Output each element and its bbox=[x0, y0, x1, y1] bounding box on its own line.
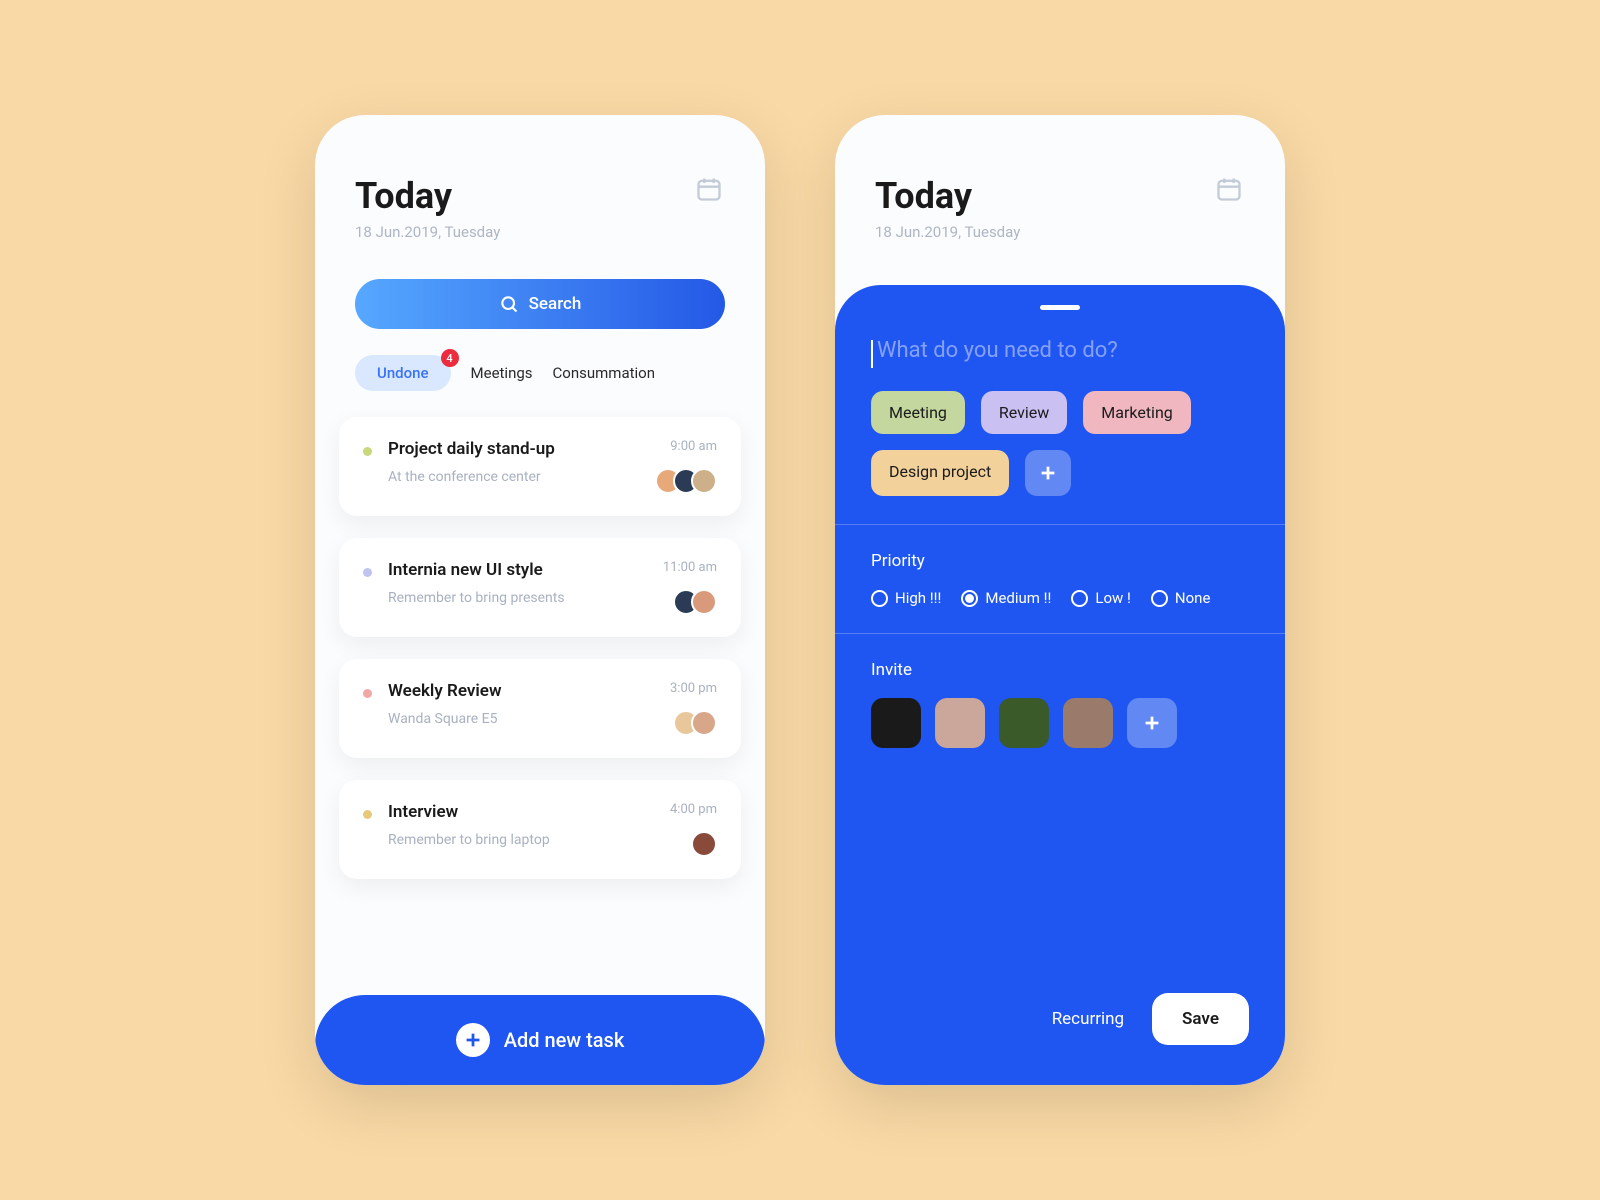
priority-dot bbox=[363, 810, 372, 819]
category-tag[interactable]: Review bbox=[981, 391, 1067, 434]
task-time: 4:00 pm bbox=[670, 802, 717, 817]
invite-title: Invite bbox=[871, 660, 1249, 680]
task-meta: 11:00 am bbox=[663, 560, 717, 615]
add-invite-button[interactable] bbox=[1127, 698, 1177, 748]
task-time: 9:00 am bbox=[670, 439, 717, 454]
task-body: Weekly Review Wanda Square E5 bbox=[388, 681, 654, 727]
invite-avatar[interactable] bbox=[999, 698, 1049, 748]
header-text: Today 18 Jun.2019, Tuesday bbox=[875, 175, 1020, 241]
add-task-button[interactable]: Add new task bbox=[315, 995, 765, 1085]
tab-undone[interactable]: Undone 4 bbox=[355, 355, 451, 391]
task-card[interactable]: Project daily stand-up At the conference… bbox=[339, 417, 741, 516]
task-body: Internia new UI style Remember to bring … bbox=[388, 560, 647, 606]
radio-icon bbox=[1071, 590, 1088, 607]
add-tag-button[interactable] bbox=[1025, 450, 1071, 496]
save-button[interactable]: Save bbox=[1152, 993, 1249, 1045]
task-card[interactable]: Interview Remember to bring laptop 4:00 … bbox=[339, 780, 741, 879]
invite-avatars bbox=[871, 698, 1249, 748]
avatar bbox=[691, 468, 717, 494]
category-tag[interactable]: Design project bbox=[871, 450, 1009, 496]
tab-meetings[interactable]: Meetings bbox=[471, 364, 533, 382]
task-list: Project daily stand-up At the conference… bbox=[315, 409, 765, 1085]
radio-label: High !!! bbox=[895, 589, 941, 607]
header: Today 18 Jun.2019, Tuesday bbox=[835, 115, 1285, 261]
invite-section: Invite bbox=[835, 634, 1285, 774]
task-title: Weekly Review bbox=[388, 681, 654, 701]
filter-tabs: Undone 4 Meetings Consummation bbox=[315, 329, 765, 409]
search-button[interactable]: Search bbox=[355, 279, 725, 329]
new-task-screen: Today 18 Jun.2019, Tuesday What do you n… bbox=[835, 115, 1285, 1085]
priority-dot bbox=[363, 689, 372, 698]
invite-avatar[interactable] bbox=[935, 698, 985, 748]
priority-dot bbox=[363, 447, 372, 456]
task-card[interactable]: Internia new UI style Remember to bring … bbox=[339, 538, 741, 637]
task-time: 11:00 am bbox=[663, 560, 717, 575]
priority-radio[interactable]: Low ! bbox=[1071, 589, 1131, 607]
task-time: 3:00 pm bbox=[670, 681, 717, 696]
plus-icon bbox=[456, 1023, 490, 1057]
avatar bbox=[691, 589, 717, 615]
task-subtitle: Remember to bring presents bbox=[388, 590, 647, 606]
sheet-footer: Recurring Save bbox=[835, 993, 1285, 1085]
task-avatars bbox=[691, 831, 717, 857]
category-tag[interactable]: Marketing bbox=[1083, 391, 1190, 434]
task-list-screen: Today 18 Jun.2019, Tuesday Search Undone… bbox=[315, 115, 765, 1085]
priority-radio[interactable]: High !!! bbox=[871, 589, 941, 607]
task-subtitle: Remember to bring laptop bbox=[388, 832, 654, 848]
task-input-placeholder: What do you need to do? bbox=[871, 338, 1249, 363]
search-label: Search bbox=[529, 294, 582, 314]
add-task-label: Add new task bbox=[504, 1028, 625, 1052]
task-avatars bbox=[655, 468, 717, 494]
priority-title: Priority bbox=[871, 551, 1249, 571]
new-task-sheet: What do you need to do? Meeting Review Mar… bbox=[835, 285, 1285, 1085]
header-text: Today 18 Jun.2019, Tuesday bbox=[355, 175, 500, 241]
radio-label: Medium !! bbox=[985, 589, 1051, 607]
text-caret bbox=[871, 340, 873, 368]
avatar bbox=[691, 710, 717, 736]
task-title: Internia new UI style bbox=[388, 560, 647, 580]
category-tag[interactable]: Meeting bbox=[871, 391, 965, 434]
tab-consummation[interactable]: Consummation bbox=[553, 364, 655, 382]
calendar-icon[interactable] bbox=[695, 175, 725, 205]
radio-icon bbox=[871, 590, 888, 607]
page-title: Today bbox=[355, 175, 500, 217]
task-title: Interview bbox=[388, 802, 654, 822]
task-avatars bbox=[673, 589, 717, 615]
radio-label: None bbox=[1175, 589, 1211, 607]
task-meta: 9:00 am bbox=[655, 439, 717, 494]
invite-avatar[interactable] bbox=[871, 698, 921, 748]
badge-count: 4 bbox=[441, 349, 459, 367]
calendar-icon[interactable] bbox=[1215, 175, 1245, 205]
page-date: 18 Jun.2019, Tuesday bbox=[875, 223, 1020, 241]
task-meta: 4:00 pm bbox=[670, 802, 717, 857]
priority-radios: High !!! Medium !! Low ! None bbox=[871, 589, 1249, 607]
header: Today 18 Jun.2019, Tuesday bbox=[315, 115, 765, 261]
task-subtitle: At the conference center bbox=[388, 469, 639, 485]
task-body: Interview Remember to bring laptop bbox=[388, 802, 654, 848]
task-meta: 3:00 pm bbox=[670, 681, 717, 736]
radio-icon bbox=[1151, 590, 1168, 607]
priority-radio[interactable]: Medium !! bbox=[961, 589, 1051, 607]
priority-dot bbox=[363, 568, 372, 577]
radio-label: Low ! bbox=[1095, 589, 1131, 607]
category-tags: Meeting Review Marketing Design project bbox=[871, 391, 1249, 496]
radio-icon bbox=[961, 590, 978, 607]
recurring-button[interactable]: Recurring bbox=[1052, 1009, 1124, 1029]
page-date: 18 Jun.2019, Tuesday bbox=[355, 223, 500, 241]
task-subtitle: Wanda Square E5 bbox=[388, 711, 654, 727]
avatar bbox=[691, 831, 717, 857]
task-body: Project daily stand-up At the conference… bbox=[388, 439, 639, 485]
task-input[interactable]: What do you need to do? bbox=[871, 338, 1249, 363]
priority-section: Priority High !!! Medium !! Low ! None bbox=[835, 525, 1285, 633]
invite-avatar[interactable] bbox=[1063, 698, 1113, 748]
priority-radio[interactable]: None bbox=[1151, 589, 1211, 607]
page-title: Today bbox=[875, 175, 1020, 217]
drag-handle[interactable] bbox=[1040, 305, 1080, 310]
task-card[interactable]: Weekly Review Wanda Square E5 3:00 pm bbox=[339, 659, 741, 758]
task-title: Project daily stand-up bbox=[388, 439, 639, 459]
task-avatars bbox=[673, 710, 717, 736]
